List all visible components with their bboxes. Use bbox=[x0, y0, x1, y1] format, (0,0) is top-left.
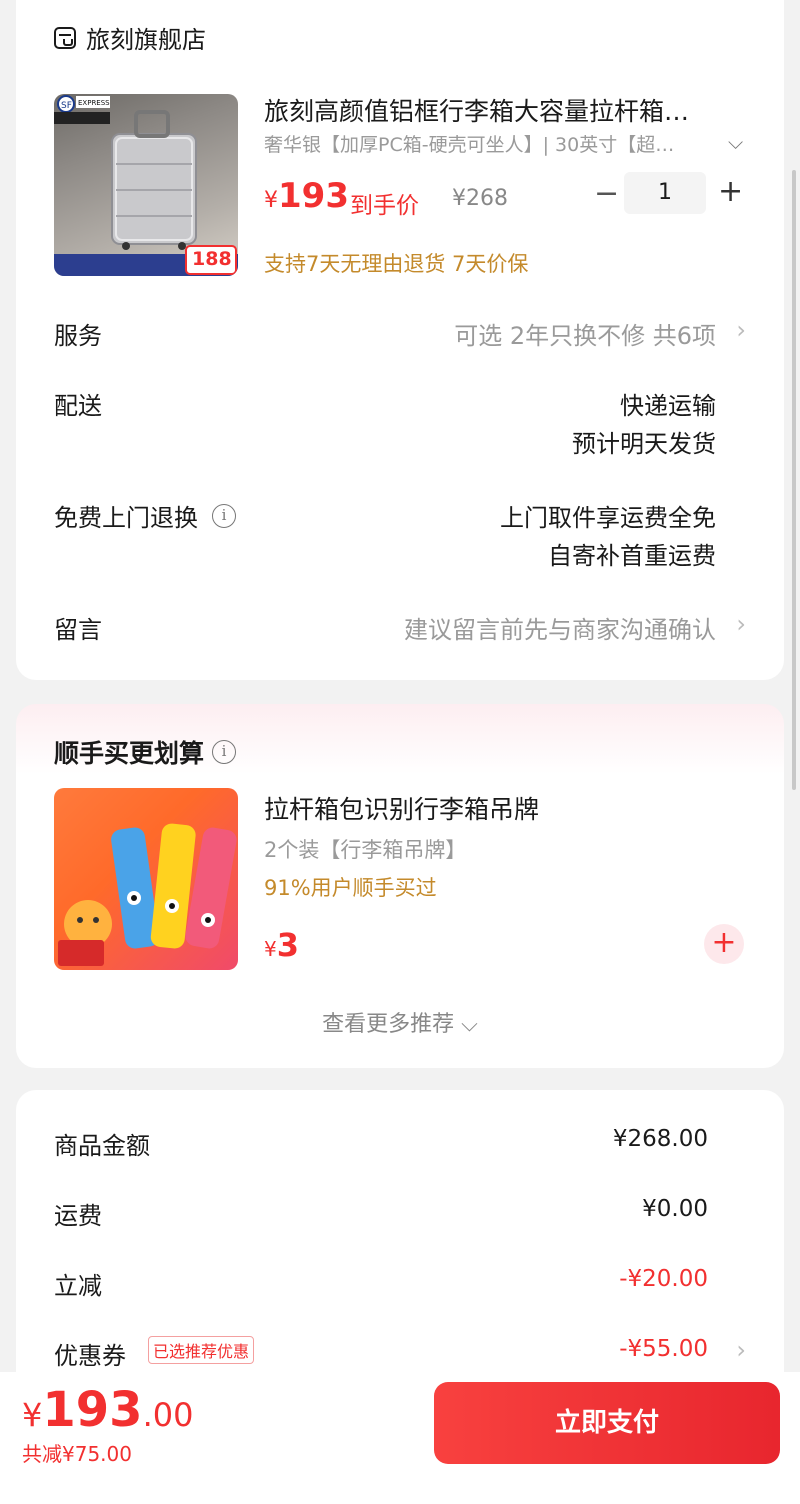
chevron-down-icon: ⌵ bbox=[461, 1012, 478, 1037]
addon-sold-rate: 91%用户顺手买过 bbox=[264, 876, 437, 900]
total-decimal: .00 bbox=[142, 1396, 194, 1434]
shipping-value: ¥0.00 bbox=[642, 1196, 708, 1222]
add-addon-button[interactable]: + bbox=[704, 924, 744, 964]
store-icon bbox=[54, 26, 76, 49]
quantity-decrease-button[interactable]: − bbox=[594, 176, 619, 211]
discount-value: -¥20.00 bbox=[619, 1266, 708, 1292]
coupon-value[interactable]: -¥55.00 bbox=[619, 1336, 708, 1362]
section-title: 顺手买更划算 i bbox=[54, 734, 237, 770]
goods-amount-label: 商品金额 bbox=[54, 1132, 150, 1160]
discount-label: 立减 bbox=[54, 1272, 102, 1300]
message-label: 留言 bbox=[54, 616, 102, 644]
product-price: ¥193 bbox=[264, 176, 349, 216]
goods-amount-value: ¥268.00 bbox=[612, 1126, 708, 1152]
total-saved: 共减¥75.00 bbox=[22, 1442, 132, 1466]
order-item-card: 旅刻旗舰店 SF EXPRESS 188 旅刻高颜值铝框行李箱大容量拉杆箱… 奢… bbox=[16, 0, 784, 680]
delivery-estimate: 预计明天发货 bbox=[572, 430, 716, 458]
addon-spec: 2个装【行李箱吊牌】 bbox=[264, 838, 467, 862]
return-label-group: 免费上门退换 i bbox=[54, 498, 236, 533]
service-value[interactable]: 可选 2年只换不修 共6项 bbox=[454, 316, 716, 351]
price-value: 3 bbox=[276, 926, 299, 964]
luggage-tag-image bbox=[58, 823, 237, 966]
total-integer: 193 bbox=[42, 1382, 143, 1438]
price-summary-card: 商品金额 ¥268.00 运费 ¥0.00 立减 -¥20.00 优惠券 已选推… bbox=[16, 1090, 784, 1390]
addon-thumbnail[interactable] bbox=[54, 788, 238, 970]
section-title-text: 顺手买更划算 bbox=[54, 739, 205, 768]
store-name: 旅刻旗舰店 bbox=[86, 26, 206, 54]
quantity-increase-button[interactable]: + bbox=[718, 174, 743, 209]
svg-text:EXPRESS: EXPRESS bbox=[78, 99, 110, 107]
price-value: 193 bbox=[278, 176, 349, 216]
chevron-right-icon[interactable]: › bbox=[736, 610, 746, 638]
see-more-label: 查看更多推荐 bbox=[322, 1012, 455, 1037]
return-label: 免费上门退换 bbox=[54, 504, 198, 532]
currency-symbol: ¥ bbox=[22, 1396, 43, 1434]
coupon-label: 优惠券 bbox=[54, 1342, 126, 1370]
svg-text:SF: SF bbox=[61, 101, 72, 111]
scrollbar[interactable] bbox=[792, 170, 796, 790]
product-title[interactable]: 旅刻高颜值铝框行李箱大容量拉杆箱… bbox=[264, 92, 689, 128]
addon-price: ¥3 bbox=[264, 926, 299, 964]
pay-now-button[interactable]: 立即支付 bbox=[434, 1382, 780, 1464]
quantity-input[interactable]: 1 bbox=[624, 172, 706, 214]
shipping-label: 运费 bbox=[54, 1202, 102, 1230]
info-icon[interactable]: i bbox=[212, 503, 236, 528]
total-price: ¥193.00 bbox=[22, 1382, 193, 1438]
message-input[interactable]: 建议留言前先与商家沟通确认 bbox=[404, 610, 716, 645]
currency-symbol: ¥ bbox=[264, 937, 277, 961]
product-thumbnail[interactable]: SF EXPRESS 188 bbox=[54, 94, 238, 276]
addon-recommend-card: 顺手买更划算 i 拉杆箱包识别行李箱吊牌 2个装【行李箱吊牌】 91%用户顺手买… bbox=[16, 704, 784, 1068]
delivery-label: 配送 bbox=[54, 392, 102, 420]
currency-symbol: ¥ bbox=[264, 188, 278, 213]
chevron-right-icon[interactable]: › bbox=[736, 1336, 746, 1364]
service-tags: 支持7天无理由退货 7天价保 bbox=[264, 252, 529, 276]
checkout-bar: ¥193.00 共减¥75.00 立即支付 bbox=[0, 1372, 800, 1504]
chevron-down-icon[interactable]: ⌵ bbox=[728, 130, 743, 154]
original-price: ¥268 bbox=[452, 186, 508, 211]
info-icon[interactable]: i bbox=[212, 740, 237, 764]
return-pickup-text: 上门取件享运费全免 bbox=[500, 504, 716, 532]
service-label: 服务 bbox=[54, 322, 102, 350]
delivery-method: 快递运输 bbox=[620, 392, 716, 420]
addon-title[interactable]: 拉杆箱包识别行李箱吊牌 bbox=[264, 790, 539, 826]
return-self-send-text: 自寄补首重运费 bbox=[548, 542, 716, 570]
product-spec[interactable]: 奢华银【加厚PC箱-硬壳可坐人】| 30英寸【超… bbox=[264, 130, 674, 157]
price-label: 到手价 bbox=[350, 193, 419, 219]
see-more-button[interactable]: 查看更多推荐 ⌵ bbox=[16, 1006, 784, 1038]
chevron-right-icon[interactable]: › bbox=[736, 316, 746, 344]
thumb-price-label: 188 bbox=[192, 248, 232, 270]
store-header[interactable]: 旅刻旗舰店 bbox=[54, 20, 206, 55]
coupon-badge: 已选推荐优惠 bbox=[148, 1336, 255, 1364]
